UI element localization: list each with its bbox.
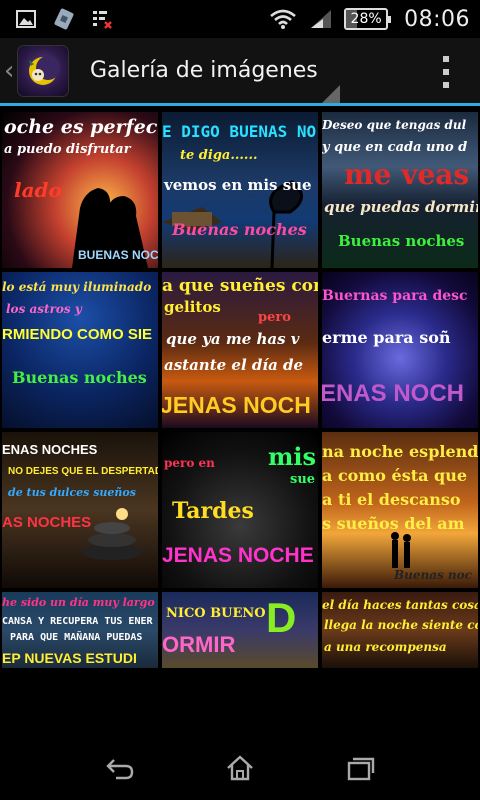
thumbnail-text: Buenas noches [12,368,147,387]
thumbnail-text: te diga...... [180,148,258,163]
gallery-thumbnail[interactable]: oche es perfecta a puedo disfrutar lado … [2,112,158,268]
thumbnail-text: lo está muy iluminado [2,280,152,294]
thumbnail-text: E DIGO BUENAS NO [162,122,317,141]
thumbnail-text: he sido un día muy largo pu [2,596,158,609]
thumbnail-text: ORMIR [162,632,236,657]
thumbnail-text: na noche esplend [322,442,478,461]
gallery-thumbnail[interactable]: NICO BUENO ORMIR D [162,592,318,668]
spinner-indicator[interactable] [322,85,340,103]
page-title[interactable]: Galería de imágenes [90,58,318,83]
battery-icon: 28% [344,8,392,30]
gallery-thumbnail[interactable]: lo está muy iluminado los astros y RMIEN… [2,272,158,428]
thumbnail-text: a puedo disfrutar [4,142,131,157]
thumbnail-text: pero [258,310,291,325]
sim-app-icon [52,7,76,31]
thumbnail-text: mis [268,442,317,471]
thumbnail-text: llega la noche siente com [324,618,478,632]
image-notification-icon [14,7,38,31]
thumbnail-text: a una recompensa [324,640,447,654]
thumbnail-text: el día haces tantas cosas [322,598,478,612]
thumbnail-text: y que en cada uno d [322,140,468,155]
thumbnail-text: de tus dulces sueños [8,486,136,499]
thumbnail-text: EP NUEVAS ESTUDI [2,650,137,666]
app-logo-icon[interactable] [18,45,68,96]
gallery-thumbnail[interactable]: pero en mis sue Tardes JENAS NOCHE [162,432,318,588]
thumbnail-text: PARA QUE MAÑANA PUEDAS [10,632,143,643]
home-icon[interactable] [220,750,260,786]
thumbnail-text: JENAS NOCH [162,392,311,418]
gallery-thumbnail[interactable]: el día haces tantas cosas llega la noche… [322,592,478,668]
wifi-icon [268,7,298,31]
thumbnail-text: pero en [164,456,215,470]
thumbnail-text: NICO BUENO [166,606,266,621]
signal-icon [308,7,334,31]
thumbnail-text: AS NOCHES [2,514,92,531]
thumbnail-text: sue [290,472,316,487]
recent-apps-icon[interactable] [340,750,380,786]
thumbnail-text: a que sueñes con [162,276,318,296]
thumbnail-text: ENAS NOCHES [2,442,98,457]
action-bar: ‹ Galería de imágenes [0,38,480,106]
thumbnail-text: BUENAS NOC [78,248,158,262]
thumbnail-text: gelitos [164,298,221,316]
thumbnail-text: Buenas noches [338,232,465,250]
thumbnail-text: vemos en mis sue [164,176,312,194]
gallery-thumbnail[interactable]: he sido un día muy largo pu CANSA Y RECU… [2,592,158,668]
thumbnail-text: Deseo que tengas dul [322,118,467,132]
gallery-thumbnail[interactable]: Deseo que tengas dul y que en cada uno d… [322,112,478,268]
gallery-thumbnail[interactable]: E DIGO BUENAS NO te diga...... vemos en … [162,112,318,268]
thumbnail-text: los astros y [6,302,82,316]
battery-percent: 28% [350,11,382,27]
gallery-thumbnail[interactable]: na noche esplend a como ésta que a ti el… [322,432,478,588]
gallery-thumbnail[interactable]: ENAS NOCHES NO DEJES QUE EL DESPERTAD de… [2,432,158,588]
navigation-bar [0,736,480,800]
up-caret-icon[interactable]: ‹ [4,56,16,86]
thumbnail-text: ENAS NOCH [322,380,465,407]
overflow-menu-icon[interactable] [440,56,452,88]
status-bar: 28% 08:06 [0,0,480,38]
clock: 08:06 [404,6,470,32]
thumbnail-text: CANSA Y RECUPERA TUS ENER [2,616,153,627]
thumbnail-text: JENAS NOCHE [162,544,314,567]
back-icon[interactable] [100,750,140,786]
thumbnail-text: RMIENDO COMO SIE [2,326,153,343]
thumbnail-text: que puedas dormir [324,198,478,216]
thumbnail-text: D [266,594,297,641]
gallery-thumbnail[interactable]: a que sueñes con gelitos pero que ya me … [162,272,318,428]
thumbnail-text: s sueños del am [322,514,465,533]
thumbnail-text: NO DEJES QUE EL DESPERTAD [8,466,158,477]
thumbnail-text: Tardes [172,498,254,524]
thumbnail-text: erme para soñ [322,328,451,347]
thumbnail-text: oche es perfecta [4,116,158,138]
thumbnail-text: Buernas para desc [322,288,468,304]
thumbnail-text: a como ésta que [322,466,468,485]
thumbnail-text: Buenas noches [172,220,307,239]
image-gallery-grid: oche es perfecta a puedo disfrutar lado … [0,108,480,668]
thumbnail-text: Buenas noc [394,568,472,582]
task-list-icon [90,7,114,31]
thumbnail-text: que ya me has v [166,330,300,348]
thumbnail-text: lado [14,178,62,202]
thumbnail-text: a ti el descanso [322,490,461,509]
thumbnail-text: me veas [344,158,470,191]
thumbnail-text: astante el día de [164,356,304,374]
gallery-thumbnail[interactable]: Buernas para desc erme para soñ ENAS NOC… [322,272,478,428]
